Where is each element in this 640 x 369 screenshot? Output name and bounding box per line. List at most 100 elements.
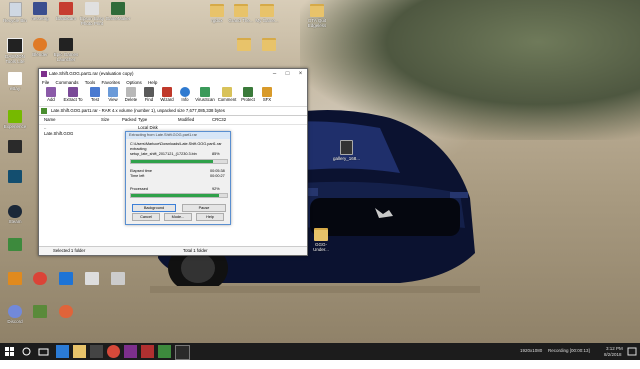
menu-favorites[interactable]: Favorites (102, 80, 121, 85)
taskbar-bandicam[interactable] (141, 345, 154, 358)
desktop-icon-recycle-bin[interactable]: Recycle Bin (2, 2, 28, 23)
tool-info[interactable]: Info (175, 87, 195, 102)
extract-file-percent: 85% (212, 152, 220, 156)
discord-icon (8, 305, 22, 318)
chrome-icon (33, 272, 47, 285)
desktop-icon-minecraft[interactable] (27, 305, 53, 319)
taskbar-app[interactable] (158, 345, 171, 358)
desktop-icon-experience[interactable]: Experience (2, 110, 28, 129)
table-row[interactable]: .. Local Disk (44, 125, 158, 130)
comment-icon (222, 87, 232, 97)
table-row[interactable]: Late.Shift.GOG File folder 1/1/2018 8:28 (44, 131, 204, 136)
pause-button[interactable]: Pause (182, 204, 226, 212)
desktop-icon-ebay[interactable]: eBay (2, 72, 28, 91)
menu-help[interactable]: Help (148, 80, 157, 85)
desktop-folder-grand[interactable]: Grand The... (228, 4, 254, 23)
winrar-toolbar: Add Extract To Test View Delete Find Wiz… (39, 86, 307, 107)
processed-percent: 92% (212, 187, 220, 191)
menu-tools[interactable]: Tools (85, 80, 96, 85)
desktop-icon-app-7[interactable] (53, 305, 79, 319)
desktop-icon-blender[interactable]: Blender (27, 38, 53, 57)
tool-find[interactable]: Find (139, 87, 159, 102)
start-button[interactable] (3, 345, 16, 358)
desktop-icon-discord[interactable]: Discord (2, 305, 28, 324)
desktop-icon-app-3[interactable] (2, 238, 28, 252)
desktop-folder-gta[interactable]: GTA Quit Edgeless (304, 4, 330, 28)
tool-add[interactable]: Add (41, 87, 61, 102)
desktop-folder-1[interactable] (231, 38, 257, 52)
folder-icon (234, 4, 248, 17)
desktop-icon-edge[interactable] (53, 272, 79, 286)
edge-icon (59, 272, 73, 285)
taskbar-winrar[interactable] (124, 345, 137, 358)
desktop-icon-daemon[interactable]: DAEMON Tools Lite (2, 38, 28, 64)
extract-icon (68, 87, 78, 97)
tray-date[interactable]: 8/2/2018 (604, 352, 622, 369)
tool-extract-to[interactable]: Extract To (63, 87, 83, 102)
taskbar-file-explorer[interactable] (73, 345, 86, 358)
desktop-icon-app-5[interactable] (79, 272, 105, 286)
cancel-button[interactable]: Cancel (132, 213, 160, 221)
extract-dialog-title[interactable]: Extracting from Late.Shift.GOG.part1.rar (126, 132, 230, 139)
tool-virusscan[interactable]: VirusScan (195, 87, 215, 102)
desktop-icon-app-1[interactable] (2, 140, 28, 154)
desktop-folder-mygame[interactable]: My Game... (254, 4, 280, 23)
tool-sfx[interactable]: SFX (257, 87, 277, 102)
up-folder-icon[interactable] (41, 108, 47, 114)
taskbar-chrome[interactable] (107, 345, 120, 358)
desktop-icon-chrome[interactable] (27, 272, 53, 286)
column-size[interactable]: Size (101, 116, 109, 124)
mode-button[interactable]: Mode... (164, 213, 192, 221)
path-bar[interactable]: Late.Shift.GOG.part1.rar - RAR 4.x volum… (39, 107, 307, 116)
network-icon (33, 2, 47, 15)
winrar-titlebar[interactable]: Late.Shift.GOG.part1.rar (evaluation cop… (39, 69, 307, 79)
tool-delete[interactable]: Delete (121, 87, 141, 102)
processed-label: Processed (130, 187, 148, 191)
desktop-folder-ggg[interactable]: GGG-Under... (308, 228, 334, 252)
tool-comment[interactable]: Comment (217, 87, 237, 102)
notification-button[interactable] (626, 345, 638, 358)
desktop-icon-netsetng[interactable]: netsetng (27, 2, 53, 21)
taskbar-edge[interactable] (56, 345, 69, 358)
cortana-button[interactable] (20, 345, 33, 358)
steam-icon (8, 205, 22, 218)
tool-wizard[interactable]: Wizard (157, 87, 177, 102)
desktop-icon-gamemaker[interactable]: GameMaker (105, 2, 131, 21)
help-button[interactable]: Help (196, 213, 224, 221)
tool-view[interactable]: View (103, 87, 123, 102)
desktop-icon-epic-games[interactable]: Epic Games Launcher (53, 38, 79, 62)
minimize-button[interactable]: – (268, 69, 281, 79)
column-packed[interactable]: Packed (122, 116, 136, 124)
column-type[interactable]: Type (138, 116, 147, 124)
taskbar-app-2[interactable] (175, 345, 190, 360)
menu-commands[interactable]: Commands (56, 80, 79, 85)
desktop-icon-steam[interactable]: Steam (2, 205, 28, 224)
menu-options[interactable]: Options (126, 80, 142, 85)
daemon-tools-icon (7, 38, 23, 53)
column-modified[interactable]: Modified (178, 116, 194, 124)
close-button[interactable]: × (294, 69, 307, 79)
desktop-icon-bandicam[interactable]: Bandicam (53, 2, 79, 21)
column-crc32[interactable]: CRC32 (212, 116, 226, 124)
background-button[interactable]: Background (132, 204, 176, 212)
desktop-icon-app-2[interactable] (2, 170, 28, 184)
column-name[interactable]: Name (44, 116, 55, 124)
task-view-button[interactable] (37, 345, 50, 358)
virusscan-icon (200, 87, 210, 97)
desktop-folder-rgdox[interactable]: rgdox (204, 4, 230, 23)
desktop-icon-app-4[interactable] (2, 272, 28, 286)
desktop-folder-2[interactable] (256, 38, 282, 52)
info-icon (180, 87, 190, 97)
tray-recording[interactable]: Recording [00:00:13] (548, 348, 590, 365)
desktop-file-gallery[interactable]: gallery_168... (333, 140, 360, 161)
desktop-icon-epson[interactable]: Epson Easy Photo Print (79, 2, 105, 26)
add-icon (46, 87, 56, 97)
desktop-icon-app-6[interactable] (105, 272, 131, 286)
taskbar-store[interactable] (90, 345, 103, 358)
maximize-button[interactable]: □ (281, 69, 294, 79)
app-icon (8, 238, 22, 251)
folder-icon (260, 4, 274, 17)
menu-file[interactable]: File (42, 80, 49, 85)
tool-test[interactable]: Test (85, 87, 105, 102)
tool-protect[interactable]: Protect (238, 87, 258, 102)
